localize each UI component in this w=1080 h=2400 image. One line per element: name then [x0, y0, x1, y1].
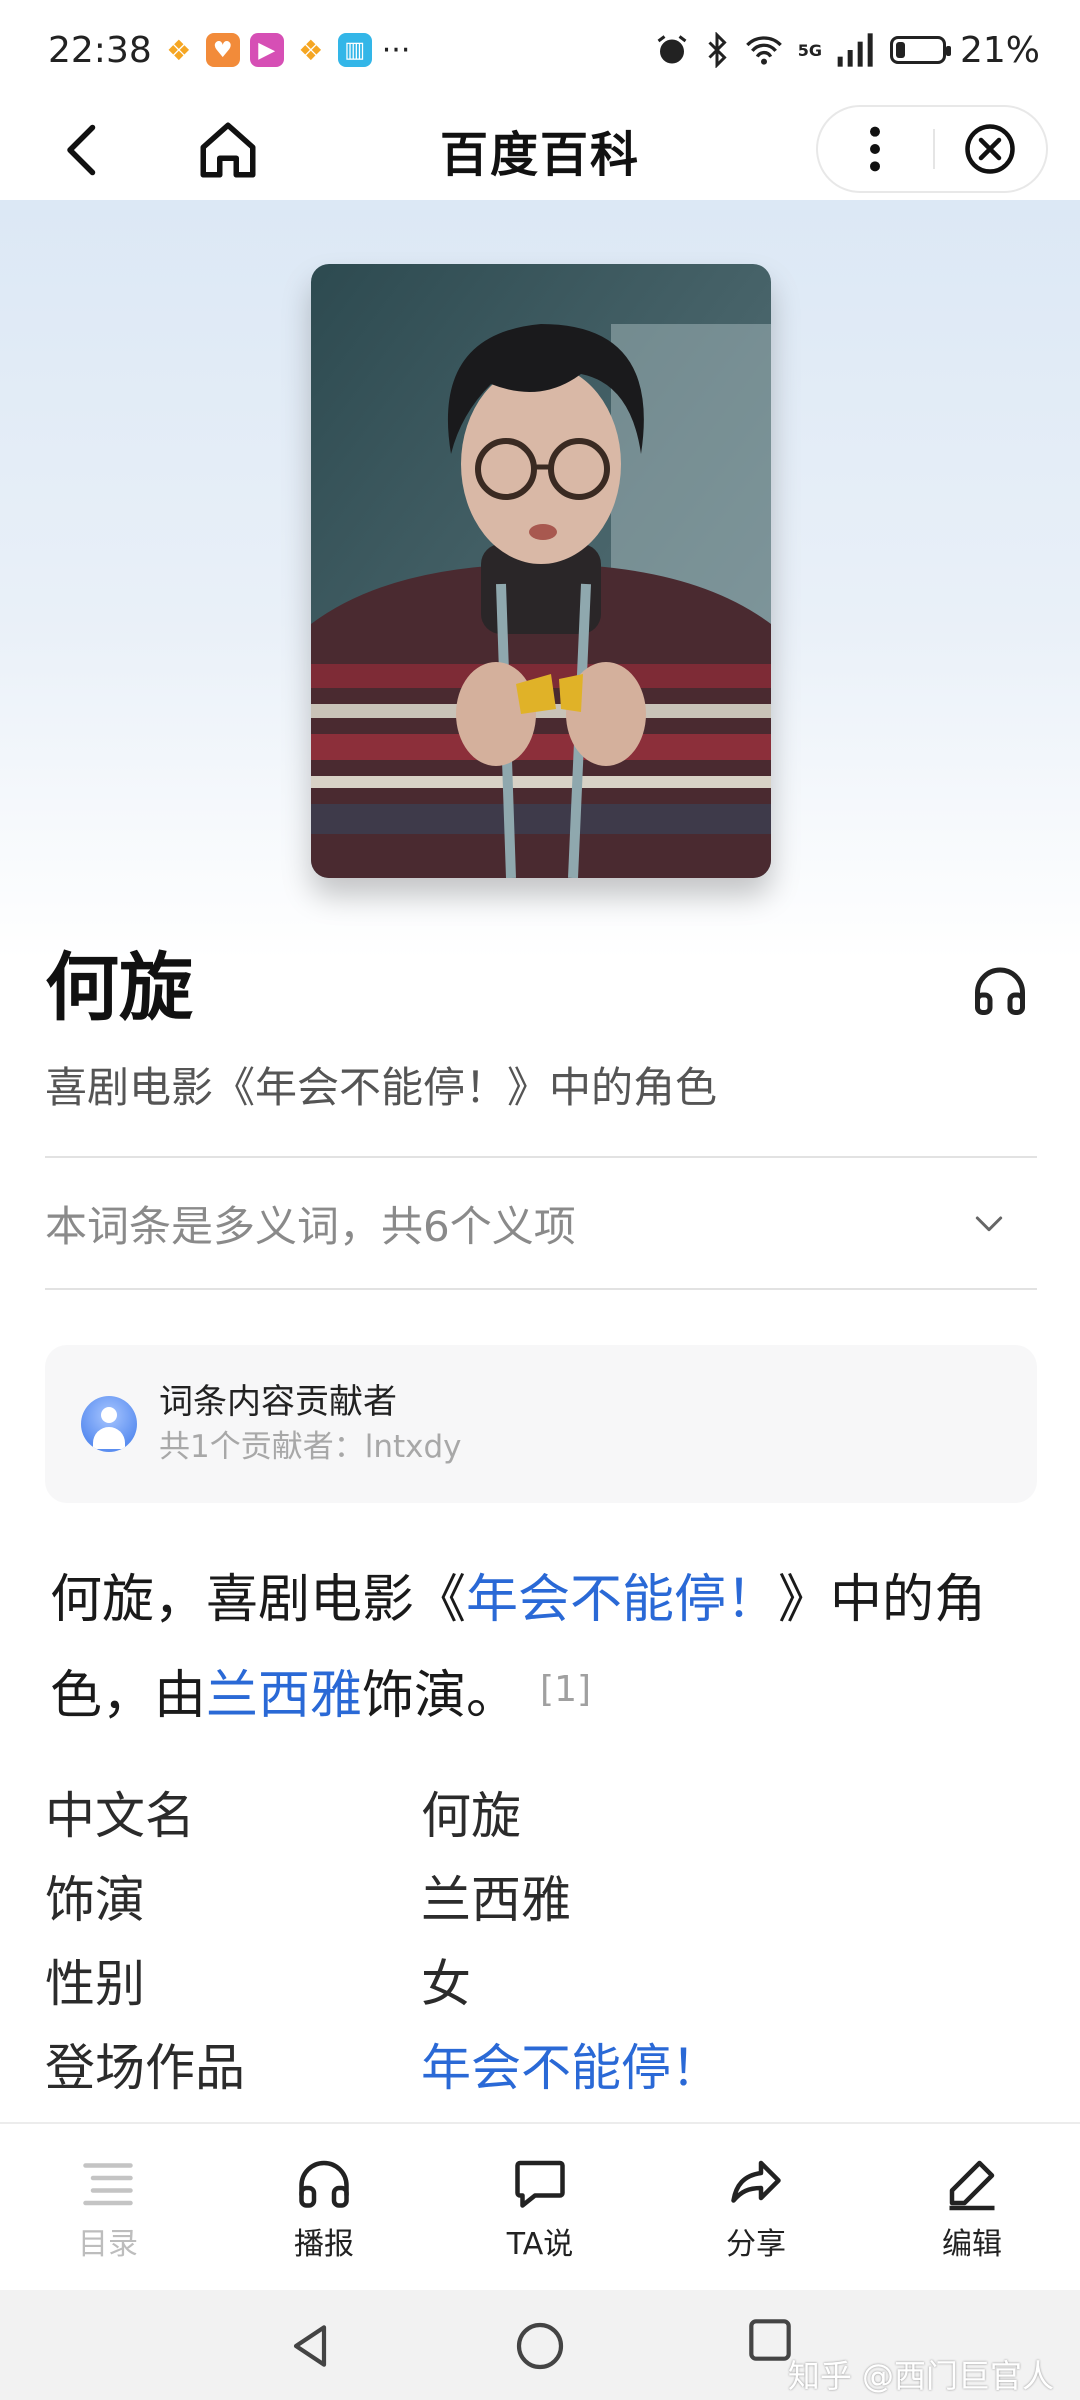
toc-button[interactable]: 目录 [0, 2124, 216, 2292]
app-notification-icon: ▥ [337, 33, 372, 67]
wifi-icon [745, 36, 782, 65]
infobox-row: 性别 女 [45, 1938, 1037, 2022]
watermark: 知乎 @西门巨官人 [787, 2357, 1054, 2395]
contributor-avatar-icon [81, 1396, 137, 1452]
infobox-value: 女 [421, 1955, 471, 2013]
divider [45, 1288, 1037, 1290]
entry-title: 何旋 [45, 945, 193, 1031]
alarm-icon [657, 35, 687, 64]
chat-bubble-icon [515, 2160, 565, 2208]
battery-icon [889, 36, 951, 64]
ta-say-button[interactable]: TA说 [432, 2124, 648, 2292]
top-nav: 百度百科 [0, 100, 1080, 200]
status-right: 5G 21% [654, 30, 1040, 71]
bluetooth-icon [708, 32, 727, 68]
close-circle-icon [965, 124, 1016, 174]
infobox-value-link[interactable]: 年会不能停！ [421, 2028, 721, 2100]
status-bar: 22:38 ❖ ♥ ▶ ❖ ▥ ··· 5G 21% [0, 0, 1080, 100]
miniapp-capsule [816, 105, 1048, 193]
toc-label: 目录 [78, 2227, 138, 2262]
listen-label: 播报 [294, 2227, 354, 2262]
polysemy-selector[interactable]: 本词条是多义词，共6个义项 [45, 1160, 1037, 1286]
infobox-key: 中文名 [45, 1787, 195, 1845]
contributors-heading: 词条内容贡献者 [159, 1382, 397, 1422]
signal-icon [837, 33, 873, 67]
listen-button[interactable]: 播报 [216, 2124, 432, 2292]
infobox-value: 何旋 [421, 1787, 521, 1845]
toc-icon [83, 2163, 133, 2206]
close-button[interactable] [935, 122, 1046, 176]
entry-subtitle: 喜剧电影《年会不能停！》中的角色 [45, 1063, 718, 1112]
edit-label: 编辑 [942, 2227, 1002, 2262]
infobox-row: 中文名 何旋 [45, 1770, 1037, 1854]
actor-link[interactable]: 兰西雅 [206, 1666, 362, 1726]
app-notification-icon: ▶ [249, 33, 284, 67]
reference-marker[interactable]: [1] [540, 1669, 591, 1710]
network-type: 5G [797, 40, 822, 60]
summary-paragraph: 何旋，喜剧电影《年会不能停！》中的角色，由兰西雅饰演。 [1] [50, 1555, 1040, 1741]
app-notification-icon: ♥ [205, 33, 240, 67]
infobox-key: 性别 [45, 1955, 145, 2013]
infobox-value: 兰西雅 [421, 1871, 571, 1929]
app-notification-icon: ❖ [293, 33, 328, 67]
status-more: ··· [381, 32, 411, 68]
home-icon[interactable] [195, 117, 261, 183]
polysemy-text: 本词条是多义词，共6个义项 [45, 1201, 576, 1251]
edit-button[interactable]: 编辑 [864, 2124, 1080, 2292]
contributors-text: 词条内容贡献者 共1个贡献者：lntxdy [159, 1379, 462, 1469]
system-home-icon[interactable] [512, 2318, 568, 2374]
ta-say-label: TA说 [506, 2227, 574, 2262]
summary-text: 何旋，喜剧电影《 [50, 1570, 467, 1630]
edit-pen-icon [949, 2160, 995, 2211]
share-icon [731, 2160, 781, 2203]
status-time: 22:38 [48, 29, 152, 71]
battery-percent: 21% [959, 29, 1040, 71]
more-dots-icon [870, 126, 881, 172]
contributors-card[interactable]: 词条内容贡献者 共1个贡献者：lntxdy [45, 1345, 1037, 1503]
character-photo[interactable] [311, 264, 771, 878]
infobox-key: 登场作品 [45, 2039, 245, 2097]
infobox-row: 登场作品 年会不能停！ [45, 2022, 1037, 2106]
character-photo-illustration [311, 264, 771, 878]
bottom-toolbar: 目录 播报 TA说 分享 编辑 [0, 2122, 1080, 2292]
infobox: 中文名 何旋 饰演 兰西雅 性别 女 登场作品 年会不能停！ [45, 1770, 1037, 2106]
chevron-down-icon [975, 1216, 1003, 1232]
status-left: 22:38 ❖ ♥ ▶ ❖ ▥ ··· [48, 30, 410, 71]
hero-banner [0, 200, 1080, 960]
headphones-icon[interactable] [970, 960, 1030, 1020]
film-link[interactable]: 年会不能停！ [466, 1570, 778, 1630]
divider [45, 1156, 1037, 1158]
app-notification-icon: ❖ [161, 33, 196, 67]
more-button[interactable] [818, 123, 933, 175]
page-title: 百度百科 [439, 127, 640, 183]
share-label: 分享 [726, 2227, 786, 2262]
contributors-detail: 共1个贡献者：lntxdy [159, 1429, 462, 1465]
system-back-icon[interactable] [282, 2318, 338, 2374]
headphones-icon [299, 2160, 349, 2208]
summary-text: 饰演。 [362, 1666, 519, 1726]
infobox-row: 饰演 兰西雅 [45, 1854, 1037, 1938]
share-button[interactable]: 分享 [648, 2124, 864, 2292]
infobox-key: 饰演 [45, 1871, 145, 1929]
back-icon[interactable] [55, 120, 115, 180]
